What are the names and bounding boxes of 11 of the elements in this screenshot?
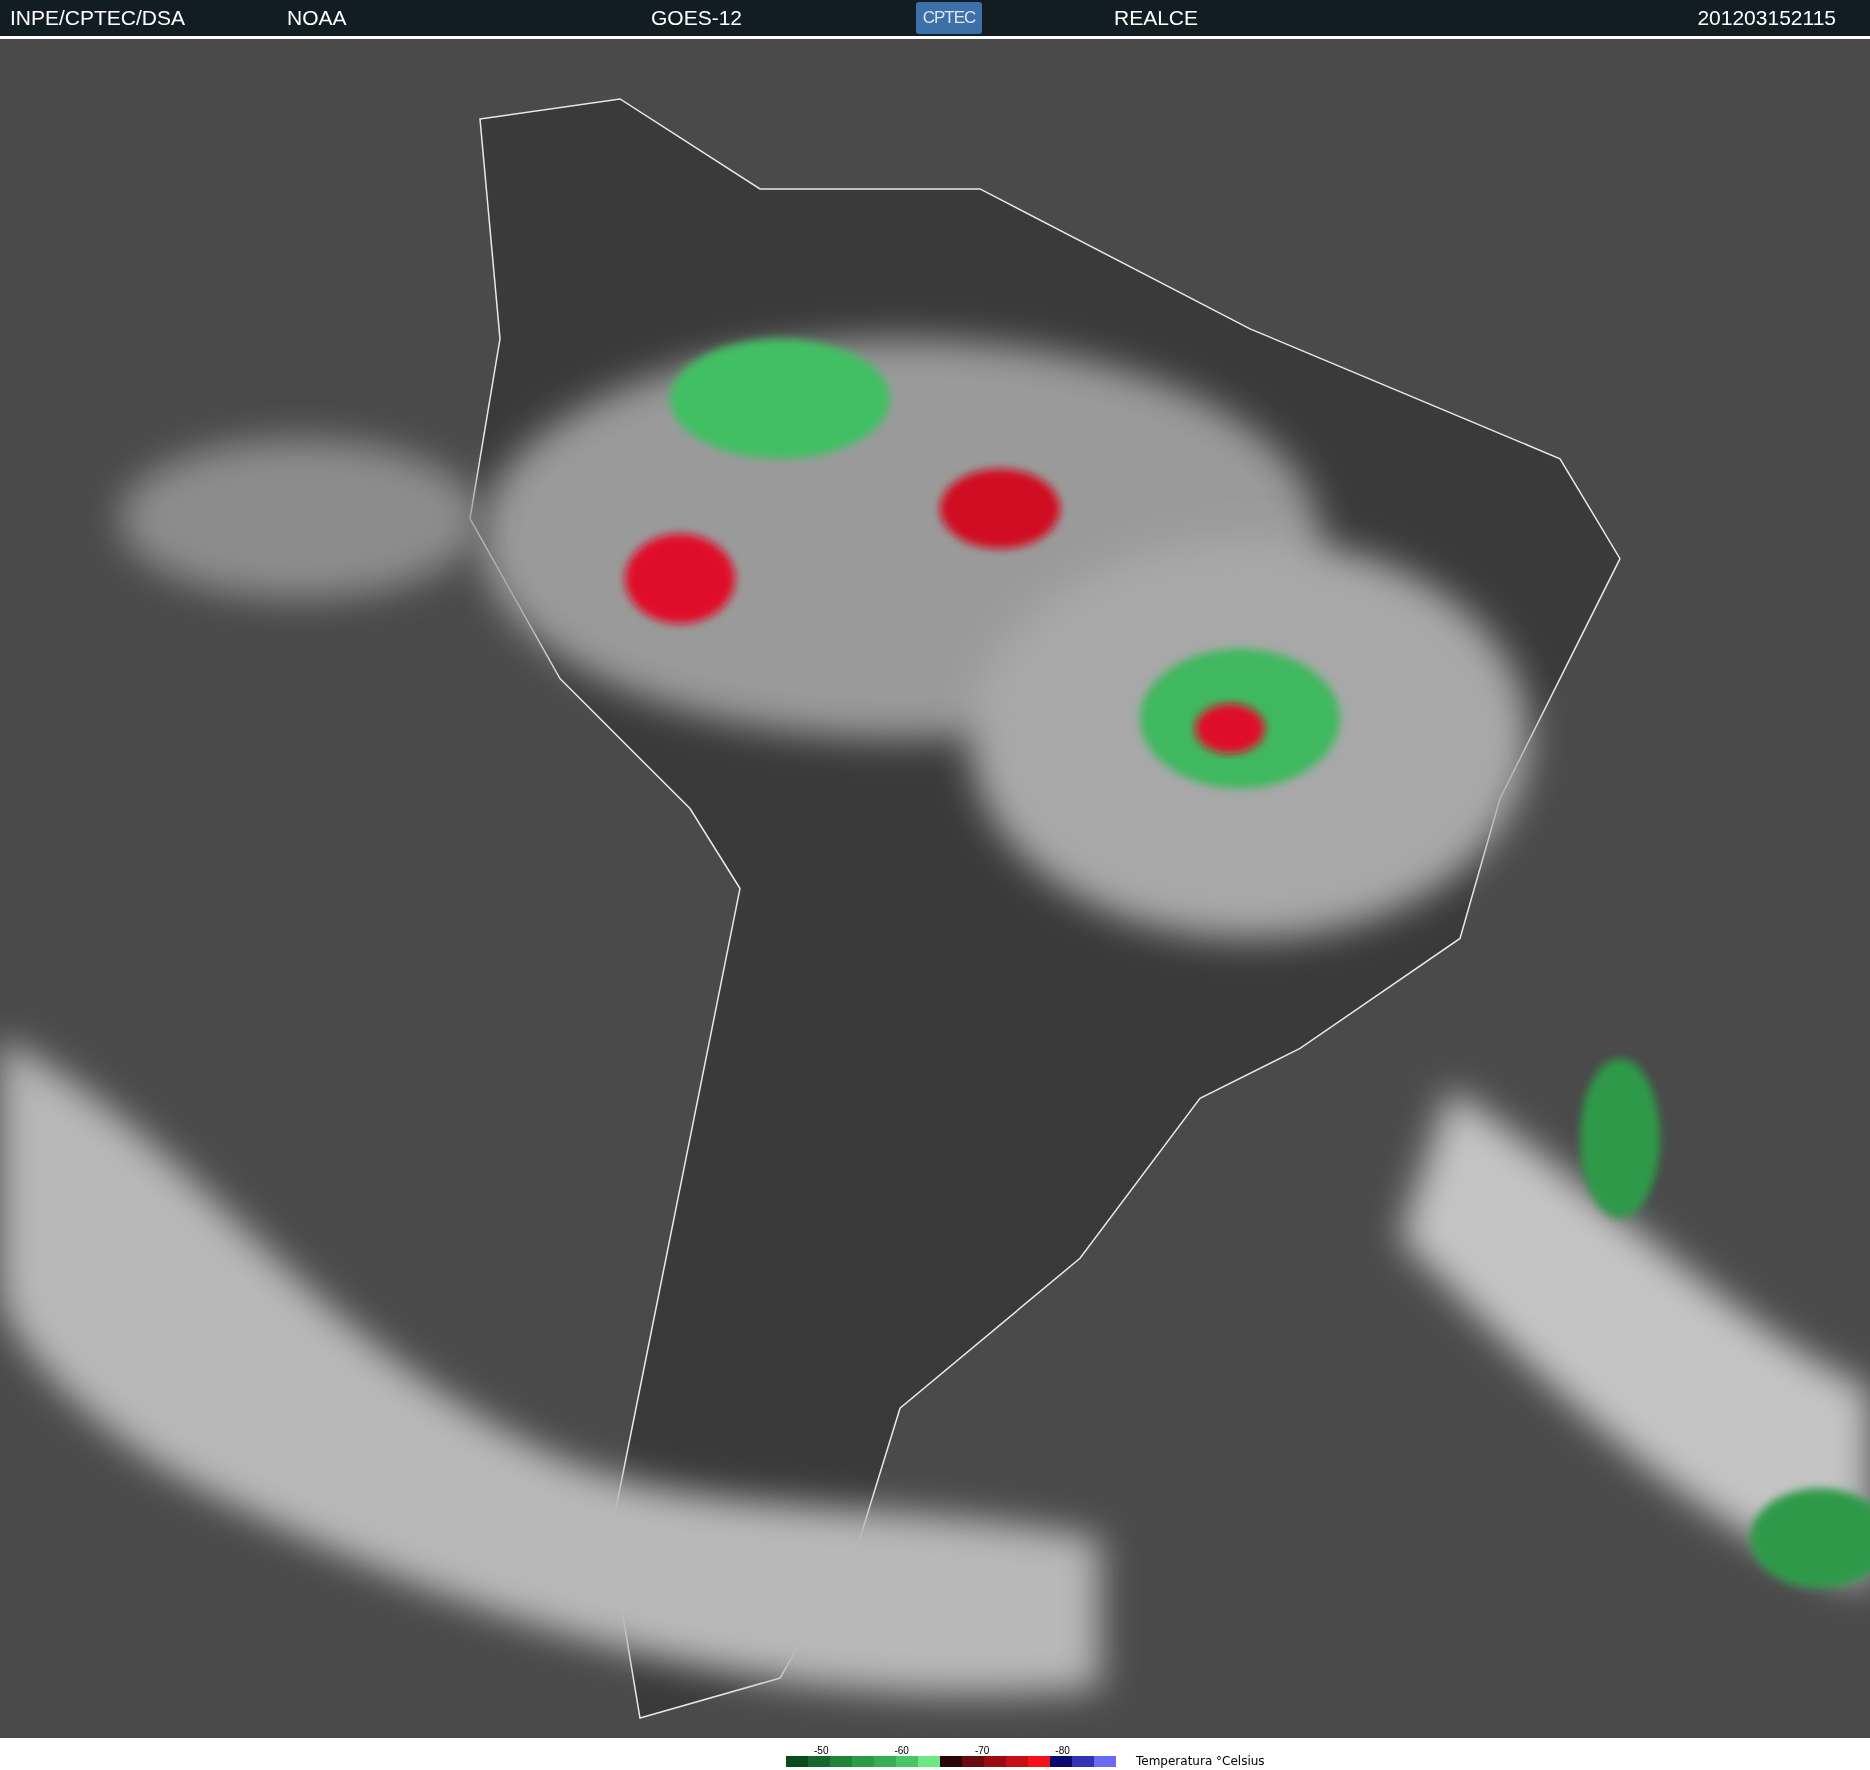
timestamp: 201203152115: [1697, 6, 1836, 30]
tick-label: -60: [894, 1745, 909, 1756]
tick-label: -50: [814, 1745, 829, 1756]
tick-label: -70: [974, 1745, 990, 1756]
header-label: INPE/CPTEC/DSA: [10, 6, 187, 30]
header-label: REALCE: [1114, 6, 1199, 30]
header-label: GOES-12: [651, 6, 744, 30]
header-label: NOAA: [287, 6, 348, 30]
legend-title: Temperatura °Celsius: [1136, 1754, 1265, 1768]
logo: CPTEC: [916, 2, 982, 34]
tick-label: -80: [1055, 1745, 1070, 1756]
